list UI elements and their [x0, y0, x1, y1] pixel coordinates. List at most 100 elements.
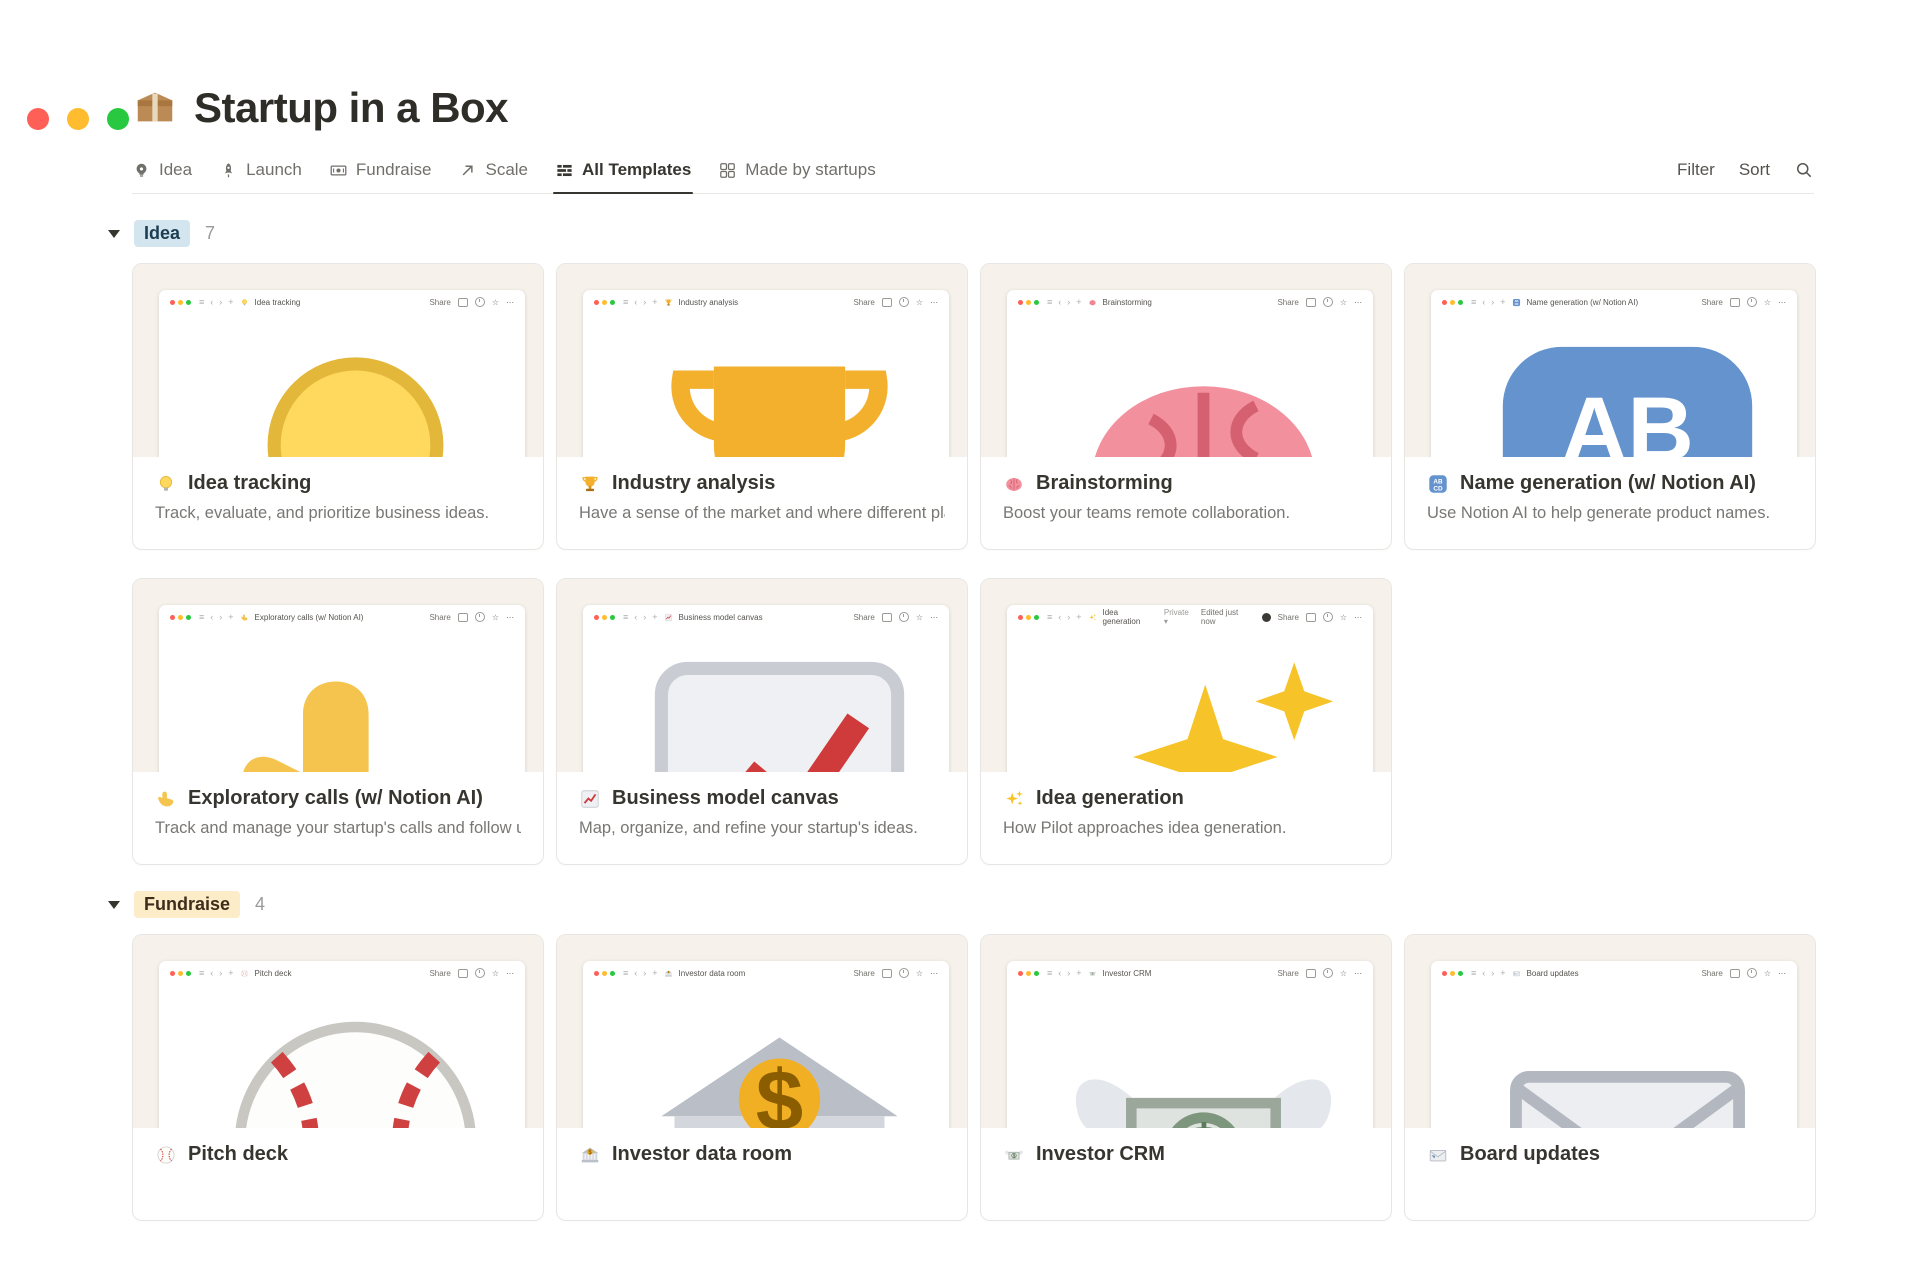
card-title: Brainstorming: [1036, 472, 1173, 494]
card-business-model-canvas[interactable]: ≡ ‹ › + Business model canvas Share ☆ ⋯ Busin…: [556, 578, 968, 865]
mini-page-body: Exploratory calls (w/ Notion AI)All call…: [159, 629, 525, 772]
mini-notion-window: ≡ ‹ › + Pitch deck Share ☆ ⋯ Pitch deckOne-Li…: [159, 961, 525, 1128]
tab-fundraise[interactable]: Fundraise: [329, 160, 432, 193]
updates-clock-icon: [474, 297, 485, 307]
template-preview: ≡ ‹ › + AB CD Name generation (w/ Notion AI)…: [1405, 264, 1815, 457]
updates-clock-icon: [898, 612, 909, 622]
card-idea-tracking[interactable]: ≡ ‹ › + Idea tracking Share ☆ ⋯ Idea tracking…: [132, 263, 544, 550]
card-investor-data-room[interactable]: ≡‹›+ $ Investor data room Share☆⋯ $Inves…: [556, 934, 968, 1221]
updates-clock-icon: [1322, 968, 1333, 978]
tab-idea[interactable]: Idea: [132, 160, 192, 193]
card-title-row: Industry analysis: [579, 472, 945, 495]
comment-icon: [881, 297, 892, 307]
mini-nav-icons: ≡ ‹ › +: [623, 612, 658, 622]
more-options-icon: ⋯: [506, 297, 514, 307]
mini-chrome-actions: Share ☆ ⋯: [853, 968, 938, 978]
section-collapse-toggle[interactable]: [108, 900, 120, 909]
card-info: $ Investor data room: [557, 1128, 967, 1175]
card-brainstorming[interactable]: ≡ ‹ › + Brainstorming Share ☆ ⋯ Brainstorming…: [980, 263, 1392, 550]
mini-breadcrumb-title: Idea tracking: [254, 297, 301, 307]
baseball-emoji: [155, 1144, 177, 1166]
card-description: Map, organize, and refine your startup's…: [579, 819, 918, 837]
svg-text:$: $: [1182, 1110, 1226, 1128]
card-idea-generation[interactable]: ≡ ‹ › + Idea generation Private ▾ Edited jus…: [980, 578, 1392, 865]
template-preview: ≡ ‹ › + Exploratory calls (w/ Notion AI) Sh…: [133, 579, 543, 772]
card-name-generation-w-notion-ai[interactable]: ≡ ‹ › + AB CD Name generation (w/ Notion AI)…: [1404, 263, 1816, 550]
card-title-row: Board updates: [1427, 1143, 1793, 1166]
filter-button[interactable]: Filter: [1677, 160, 1715, 180]
mini-page-body: Business model canvasCustomer SegmentsTh…: [583, 629, 949, 772]
minimize-window-button[interactable]: [67, 108, 89, 130]
sort-button[interactable]: Sort: [1739, 160, 1770, 180]
mini-page-body: $Investor data roomDataObjectivesMetrics…: [583, 985, 949, 1128]
card-investor-crm[interactable]: ≡ ‹ › + $ Investor CRM Share ☆ ⋯ $ Investor CR…: [980, 934, 1392, 1221]
mini-page-body: Industry analysisAll competitorsBy featu…: [583, 314, 949, 457]
mini-chrome-actions: Share ☆ ⋯: [853, 612, 938, 622]
mini-window-chrome: ≡ ‹ › + Exploratory calls (w/ Notion AI) Sh…: [159, 605, 525, 629]
card-industry-analysis[interactable]: ≡ ‹ › + Industry analysis Share ☆ ⋯ Industry …: [556, 263, 968, 550]
template-preview: ≡ ‹ › + Board updates Share ☆ ⋯ Board updates…: [1405, 935, 1815, 1128]
card-title-row: AB CD Name generation (w/ Notion AI): [1427, 472, 1793, 495]
mini-breadcrumb-title: Pitch deck: [254, 968, 292, 978]
tab-all-templates[interactable]: All Templates: [553, 160, 694, 194]
forward-icon: ›: [643, 297, 647, 307]
back-icon: ‹: [210, 297, 214, 307]
mini-chrome-actions: Share ☆ ⋯: [1701, 968, 1786, 978]
card-pitch-deck[interactable]: ≡ ‹ › + Pitch deck Share ☆ ⋯ Pitch deckOne-Li…: [132, 934, 544, 1221]
comment-icon: [881, 968, 892, 978]
mini-page-emoji-icon: [1512, 969, 1521, 978]
more-options-icon: ⋯: [506, 612, 514, 622]
mini-page-emoji-icon: [1088, 298, 1097, 307]
updates-clock-icon: [1746, 968, 1757, 978]
card-info: Idea generation How Pilot approaches ide…: [981, 772, 1391, 838]
more-options-icon: ⋯: [1778, 968, 1786, 978]
mini-notion-window: ≡ ‹ › + AB CD Name generation (w/ Notion AI)…: [1431, 290, 1797, 457]
mini-breadcrumb-title: Exploratory calls (w/ Notion AI): [254, 612, 364, 622]
back-icon: ‹: [634, 297, 638, 307]
card-info: Industry analysis Have a sense of the ma…: [557, 457, 967, 523]
mini-breadcrumb-title: Board updates: [1526, 968, 1579, 978]
mini-window-chrome: ≡ ‹ › + $ Investor data room Share ☆ ⋯: [583, 961, 949, 985]
section-collapse-toggle[interactable]: [108, 229, 120, 238]
mini-nav-icons: ≡ ‹ › +: [199, 297, 234, 307]
card-title: Industry analysis: [612, 472, 776, 494]
mini-window-chrome: ≡ ‹ › + Industry analysis Share ☆ ⋯: [583, 290, 949, 314]
comment-icon: [1305, 297, 1316, 307]
tab-label: Fundraise: [355, 160, 432, 179]
menu-icon: ≡: [199, 968, 205, 978]
comment-icon: [881, 612, 892, 622]
mini-traffic-lights-icon: [170, 970, 191, 976]
mini-nav-icons: ≡ ‹ › +: [1047, 968, 1082, 978]
tab-scale[interactable]: Scale: [458, 160, 528, 193]
card-description: Use Notion AI to help generate product n…: [1427, 504, 1771, 522]
share-button: Share: [853, 968, 875, 978]
rocket-icon: [219, 161, 238, 180]
card-description: Track, evaluate, and prioritize business…: [155, 504, 490, 522]
search-icon[interactable]: [1794, 160, 1814, 180]
share-button: Share: [1277, 612, 1299, 622]
card-title: Investor data room: [612, 1143, 793, 1165]
mini-chrome-actions: Share ☆ ⋯: [429, 968, 514, 978]
close-window-button[interactable]: [27, 108, 49, 130]
mini-chrome-actions: Share ☆ ⋯: [1701, 297, 1786, 307]
zoom-window-button[interactable]: [107, 108, 129, 130]
mini-traffic-lights-icon: [170, 614, 191, 620]
tab-made-by-startups[interactable]: Made by startups: [718, 160, 876, 193]
mini-breadcrumb-title: Investor CRM: [1102, 968, 1152, 978]
card-grid: ≡ ‹ › + Pitch deck Share ☆ ⋯ Pitch deckOne-Li…: [132, 934, 1816, 1221]
card-board-updates[interactable]: ≡ ‹ › + Board updates Share ☆ ⋯ Board updates…: [1404, 934, 1816, 1221]
share-button: Share: [429, 968, 451, 978]
bulb-emoji: [198, 314, 513, 457]
window-traffic-lights[interactable]: [27, 108, 129, 130]
mini-breadcrumb-title: Business model canvas: [678, 612, 763, 622]
mini-breadcrumb-title: Brainstorming: [1102, 297, 1152, 307]
comment-icon: [1729, 297, 1740, 307]
plus-icon: +: [1500, 968, 1506, 978]
mini-notion-window: ≡ ‹ › + Industry analysis Share ☆ ⋯ Industry …: [583, 290, 949, 457]
share-button: Share: [1277, 297, 1299, 307]
back-icon: ‹: [1058, 297, 1062, 307]
card-exploratory-calls-w-notion-ai[interactable]: ≡ ‹ › + Exploratory calls (w/ Notion AI) Sh…: [132, 578, 544, 865]
card-title-row: Idea tracking: [155, 472, 521, 495]
star-icon: ☆: [915, 297, 923, 307]
tab-launch[interactable]: Launch: [219, 160, 302, 193]
